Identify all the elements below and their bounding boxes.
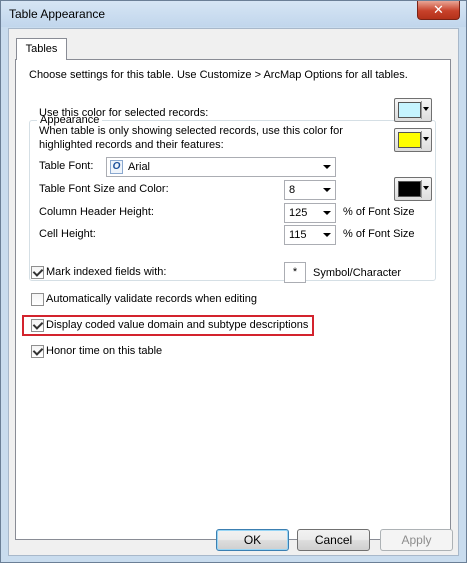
header-height-label: Column Header Height: (39, 206, 154, 218)
honor-time-label[interactable]: Honor time on this table (46, 345, 162, 357)
table-font-select[interactable]: O Arial (106, 157, 336, 177)
auto-validate-label[interactable]: Automatically validate records when edit… (46, 293, 257, 305)
highlight-color-label-line1: When table is only showing selected reco… (39, 125, 343, 137)
apply-button[interactable]: Apply (380, 529, 453, 551)
font-size-select[interactable]: 8 (284, 180, 336, 200)
opentype-font-icon: O (110, 160, 123, 174)
font-color-button[interactable] (394, 177, 432, 201)
window-title: Table Appearance (9, 7, 106, 21)
cell-height-select[interactable]: 115 (284, 225, 336, 245)
cancel-button[interactable]: Cancel (297, 529, 370, 551)
cell-height-label: Cell Height: (39, 228, 96, 240)
intro-text: Choose settings for this table. Use Cust… (29, 69, 408, 81)
cell-height-value: 115 (289, 229, 307, 241)
header-height-select[interactable]: 125 (284, 203, 336, 223)
highlight-color-button[interactable] (394, 128, 432, 152)
table-font-label: Table Font: (39, 160, 94, 172)
mark-indexed-checkbox[interactable] (31, 266, 44, 279)
tables-tab-panel: Choose settings for this table. Use Cust… (15, 59, 451, 540)
selected-color-label: Use this color for selected records: (39, 107, 209, 119)
highlight-color-swatch (398, 132, 421, 148)
dialog-client-area: Tables Choose settings for this table. U… (8, 28, 459, 556)
chevron-down-icon (323, 165, 331, 169)
selected-color-swatch (398, 102, 421, 118)
chevron-down-icon (323, 233, 331, 237)
symbol-character-label: Symbol/Character (313, 267, 402, 279)
tab-tables[interactable]: Tables (16, 38, 67, 60)
header-height-value: 125 (289, 207, 308, 219)
highlight-color-label-line2: highlighted records and their features: (39, 139, 224, 151)
cell-height-unit: % of Font Size (343, 228, 415, 240)
auto-validate-checkbox[interactable] (31, 293, 44, 306)
coded-domain-label[interactable]: Display coded value domain and subtype d… (46, 319, 308, 331)
coded-domain-checkbox[interactable] (31, 319, 44, 332)
mark-indexed-label[interactable]: Mark indexed fields with: (46, 266, 166, 278)
symbol-character-input[interactable]: * (284, 262, 306, 283)
honor-time-checkbox[interactable] (31, 345, 44, 358)
chevron-down-icon (423, 107, 429, 111)
table-appearance-dialog: Table Appearance ✕ Tables Choose setting… (0, 0, 467, 563)
table-font-value: Arial (128, 161, 151, 173)
font-color-swatch (398, 181, 421, 197)
title-bar[interactable]: Table Appearance ✕ (1, 1, 466, 27)
ok-button[interactable]: OK (216, 529, 289, 551)
chevron-down-icon (323, 188, 331, 192)
close-icon: ✕ (433, 2, 444, 17)
chevron-down-icon (323, 211, 331, 215)
font-size-value: 8 (289, 184, 296, 196)
header-height-unit: % of Font Size (343, 206, 415, 218)
close-button[interactable]: ✕ (417, 1, 460, 20)
selected-color-button[interactable] (394, 98, 432, 122)
font-size-color-label: Table Font Size and Color: (39, 183, 169, 195)
chevron-down-icon (423, 186, 429, 190)
chevron-down-icon (423, 137, 429, 141)
